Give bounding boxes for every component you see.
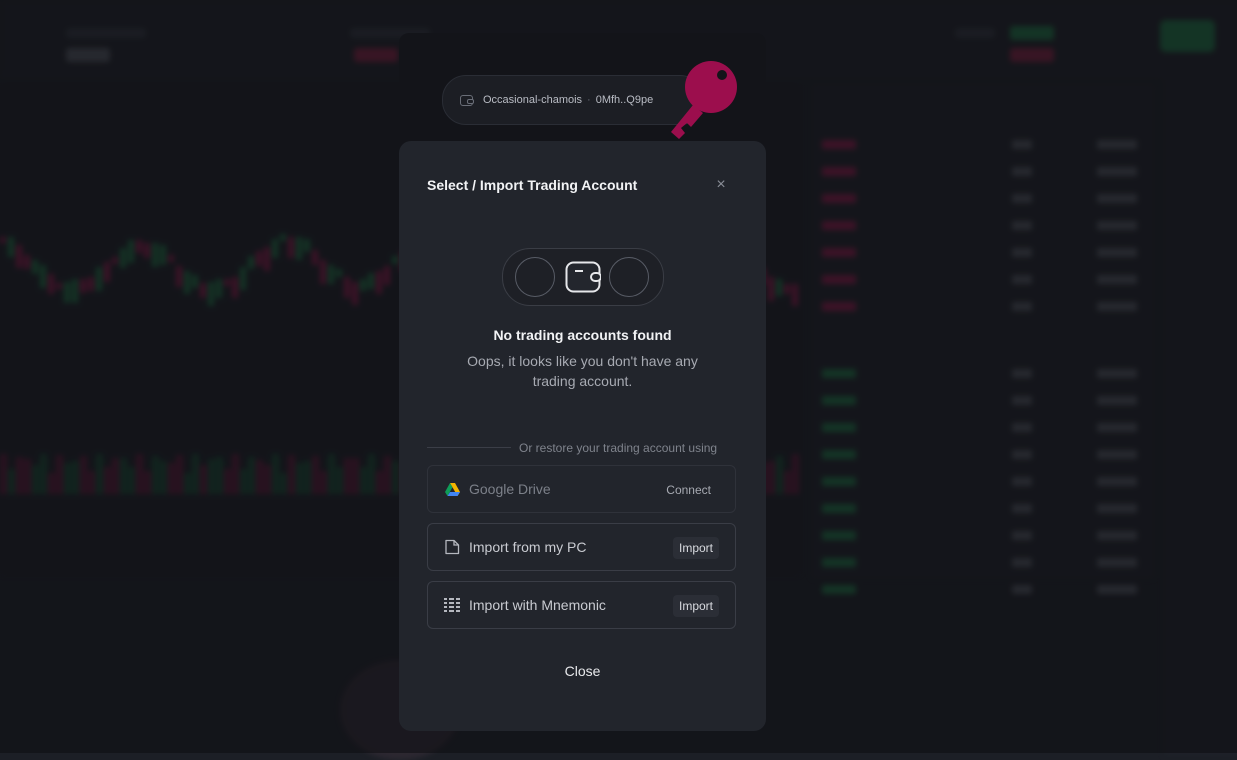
wallet-separator: · <box>587 94 591 106</box>
empty-state-title: No trading accounts found <box>493 327 672 343</box>
connect-button[interactable]: Connect <box>660 479 717 501</box>
key-icon <box>671 61 737 139</box>
import-mnemonic-option[interactable]: Import with Mnemonic Import <box>427 581 736 629</box>
wallet-icon <box>460 94 474 106</box>
illustration-circle-left <box>515 257 555 297</box>
wallet-illustration-icon <box>565 261 601 293</box>
wallet-address: 0Mfh..Q9pe <box>595 94 654 106</box>
import-pc-label: Import from my PC <box>469 539 587 555</box>
google-drive-label: Google Drive <box>469 481 551 497</box>
empty-state-description: Oops, it looks like you don't have any t… <box>467 353 698 389</box>
import-pc-button[interactable]: Import <box>672 537 719 559</box>
import-mnemonic-label: Import with Mnemonic <box>469 597 606 613</box>
file-icon <box>444 539 460 555</box>
illustration-circle-right <box>609 257 649 297</box>
wallet-name: Occasional-chamois <box>483 94 583 106</box>
import-pc-option[interactable]: Import from my PC Import <box>427 523 736 571</box>
grid-icon <box>444 597 460 613</box>
close-button[interactable]: Close <box>399 663 766 679</box>
restore-caption: Or restore your trading account using <box>519 441 718 455</box>
close-icon[interactable]: × <box>713 177 729 193</box>
modal-title: Select / Import Trading Account <box>427 177 638 193</box>
import-mnemonic-button[interactable]: Import <box>672 595 719 617</box>
select-account-modal: Select / Import Trading Account × No tra… <box>399 141 766 731</box>
empty-wallet-illustration <box>502 248 664 306</box>
google-drive-icon <box>444 481 460 497</box>
divider <box>427 447 511 448</box>
google-drive-option: Google Drive Connect <box>427 465 736 513</box>
